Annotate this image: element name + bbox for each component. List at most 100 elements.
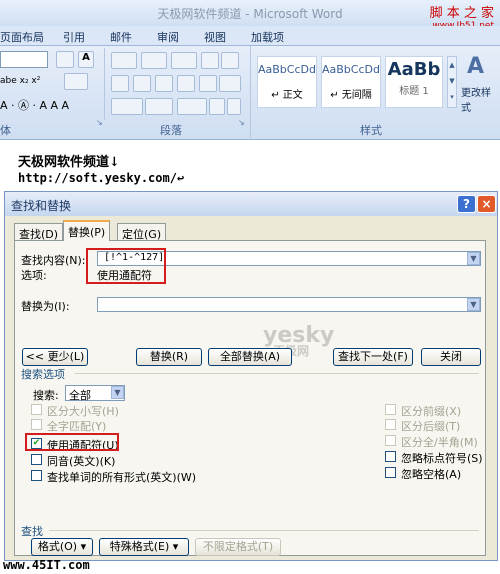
style-heading1-sample: AaBb xyxy=(387,59,441,80)
search-direction-select[interactable]: 全部 ▼ xyxy=(65,385,125,402)
find-dropdown-icon[interactable]: ▼ xyxy=(467,252,480,265)
distributed-button[interactable] xyxy=(199,75,217,92)
option-match-width[interactable]: 区分全/半角(M) xyxy=(385,434,485,449)
help-button[interactable]: ? xyxy=(457,195,476,213)
option-all-word-forms[interactable]: 查找单词的所有形式(英文)(W) xyxy=(31,469,231,484)
option-whole-word[interactable]: 全字匹配(Y) xyxy=(31,418,231,433)
replace-all-button[interactable]: 全部替换(A) xyxy=(208,348,292,366)
find-section-title: 查找 xyxy=(21,525,43,538)
option-ignore-space[interactable]: 忽略空格(A) xyxy=(385,466,485,481)
line-spacing-button[interactable] xyxy=(219,75,241,92)
styles-group-label: 样式 xyxy=(360,124,382,137)
search-options-title: 搜索选项 xyxy=(21,368,65,381)
replace-button[interactable]: 替换(R) xyxy=(136,348,202,366)
close-icon[interactable]: × xyxy=(477,195,496,213)
tab-goto[interactable]: 定位(G) xyxy=(117,223,167,241)
search-direction-dropdown-icon[interactable]: ▼ xyxy=(111,386,124,399)
replace-panel: 查找内容(N): [!^1-^127] ▼ 选项: 使用通配符 替换为(I): … xyxy=(14,240,486,556)
ignore-punct-checkbox[interactable] xyxy=(385,451,396,462)
doc-line-1: 天极网软件频道↓ xyxy=(18,155,120,170)
match-suffix-label: 区分后缀(T) xyxy=(401,420,461,433)
bullets-button[interactable] xyxy=(111,52,137,69)
replace-with-label: 替换为(I): xyxy=(21,300,70,313)
styles-scroll[interactable]: ▲ ▼ ▾ xyxy=(447,56,457,108)
tab-mailings[interactable]: 邮件 xyxy=(110,29,132,45)
clear-format-button[interactable] xyxy=(64,73,88,90)
tab-page-layout[interactable]: 页面布局 xyxy=(0,29,44,45)
match-prefix-checkbox[interactable] xyxy=(385,404,396,415)
ignore-space-checkbox[interactable] xyxy=(385,467,396,478)
style-normal-sample: AaBbCcDd xyxy=(258,63,316,76)
font-size-box[interactable] xyxy=(0,51,48,68)
highlight-color-row[interactable]: A · Ⓐ · A A A xyxy=(0,97,69,113)
font-dialog-launcher[interactable]: ↘ xyxy=(96,118,103,127)
char-border-button[interactable]: A xyxy=(78,51,94,68)
paragraph-group-label: 段落 xyxy=(160,124,182,137)
sounds-like-checkbox[interactable] xyxy=(31,454,42,465)
title-bar: 天极网软件频道 - Microsoft Word xyxy=(0,0,500,26)
change-styles-icon[interactable]: A xyxy=(467,54,484,79)
font-group: A abe x₂ x² A · Ⓐ · A A A xyxy=(0,51,96,121)
sounds-like-label: 同音(英文)(K) xyxy=(47,455,116,468)
match-width-label: 区分全/半角(M) xyxy=(401,436,478,449)
multilevel-list-button[interactable] xyxy=(171,52,197,69)
paragraph-group xyxy=(104,48,244,120)
sort-button[interactable] xyxy=(209,98,225,115)
replace-with-input[interactable]: ▼ xyxy=(97,297,481,312)
option-match-suffix[interactable]: 区分后缀(T) xyxy=(385,418,485,433)
option-sounds-like[interactable]: 同音(英文)(K) xyxy=(31,453,231,468)
increase-indent-button[interactable] xyxy=(221,52,239,69)
chinese-layout-button[interactable] xyxy=(177,98,207,115)
find-next-button[interactable]: 查找下一处(F) xyxy=(333,348,413,366)
close-button[interactable]: 关闭 xyxy=(421,348,481,366)
tab-find[interactable]: 查找(D) xyxy=(14,223,64,241)
no-formatting-button[interactable]: 不限定格式(T) xyxy=(195,538,281,556)
match-prefix-label: 区分前缀(X) xyxy=(401,405,462,418)
tab-replace[interactable]: 替换(P) xyxy=(63,220,111,241)
align-right-button[interactable] xyxy=(155,75,173,92)
show-marks-button[interactable] xyxy=(227,98,241,115)
strikethrough-sub-sup[interactable]: abe x₂ x² xyxy=(0,76,40,86)
match-suffix-checkbox[interactable] xyxy=(385,419,396,430)
style-heading1[interactable]: AaBb 标题 1 xyxy=(385,56,443,108)
paragraph-dialog-launcher[interactable]: ↘ xyxy=(238,118,245,127)
watermark-line1: 脚 本 之 家 xyxy=(429,6,494,21)
whole-word-checkbox[interactable] xyxy=(31,419,42,430)
style-no-spacing[interactable]: AaBbCcDd ↵ 无间隔 xyxy=(321,56,381,108)
all-word-forms-checkbox[interactable] xyxy=(31,470,42,481)
ribbon: A abe x₂ x² A · Ⓐ · A A A 体 ↘ 段落 ↘ AaBbC… xyxy=(0,46,500,140)
less-button[interactable]: << 更少(L) xyxy=(22,348,88,366)
options-label: 选项: xyxy=(21,269,47,282)
numbering-button[interactable] xyxy=(141,52,167,69)
ignore-space-label: 忽略空格(A) xyxy=(401,468,462,481)
change-styles-label[interactable]: 更改样式 xyxy=(461,84,500,114)
ignore-punct-label: 忽略标点符号(S) xyxy=(401,452,483,465)
option-ignore-punct[interactable]: 忽略标点符号(S) xyxy=(385,450,485,465)
shading-button[interactable] xyxy=(111,98,143,115)
borders-button[interactable] xyxy=(145,98,173,115)
align-center-button[interactable] xyxy=(133,75,151,92)
font-group-label: 体 xyxy=(0,124,11,137)
search-direction-label: 搜索: xyxy=(33,389,59,402)
tab-references[interactable]: 引用 xyxy=(63,29,85,45)
replace-dropdown-icon[interactable]: ▼ xyxy=(467,298,480,311)
find-replace-dialog: 查找和替换 ? × 查找(D) 替换(P) 定位(G) 查找内容(N): [!^… xyxy=(4,191,498,561)
match-case-checkbox[interactable] xyxy=(31,404,42,415)
decrease-indent-button[interactable] xyxy=(201,52,219,69)
align-left-button[interactable] xyxy=(111,75,129,92)
find-what-label: 查找内容(N): xyxy=(21,254,86,267)
tab-view[interactable]: 视图 xyxy=(204,29,226,45)
search-options-divider xyxy=(75,373,479,374)
option-match-prefix[interactable]: 区分前缀(X) xyxy=(385,403,485,418)
special-button[interactable]: 特殊格式(E) ▾ xyxy=(99,538,189,556)
format-button[interactable]: 格式(O) ▾ xyxy=(31,538,93,556)
tab-addins[interactable]: 加载项 xyxy=(251,29,284,45)
change-case-button[interactable] xyxy=(56,51,74,68)
style-normal[interactable]: AaBbCcDd ↵ 正文 xyxy=(257,56,317,108)
match-width-checkbox[interactable] xyxy=(385,435,396,446)
tab-review[interactable]: 审阅 xyxy=(157,29,179,45)
justify-button[interactable] xyxy=(177,75,195,92)
option-match-case[interactable]: 区分大小写(H) xyxy=(31,403,231,418)
document-area[interactable]: 天极网软件频道↓ http://soft.yesky.com/↩ xyxy=(0,141,500,191)
style-no-spacing-sample: AaBbCcDd xyxy=(322,63,380,76)
